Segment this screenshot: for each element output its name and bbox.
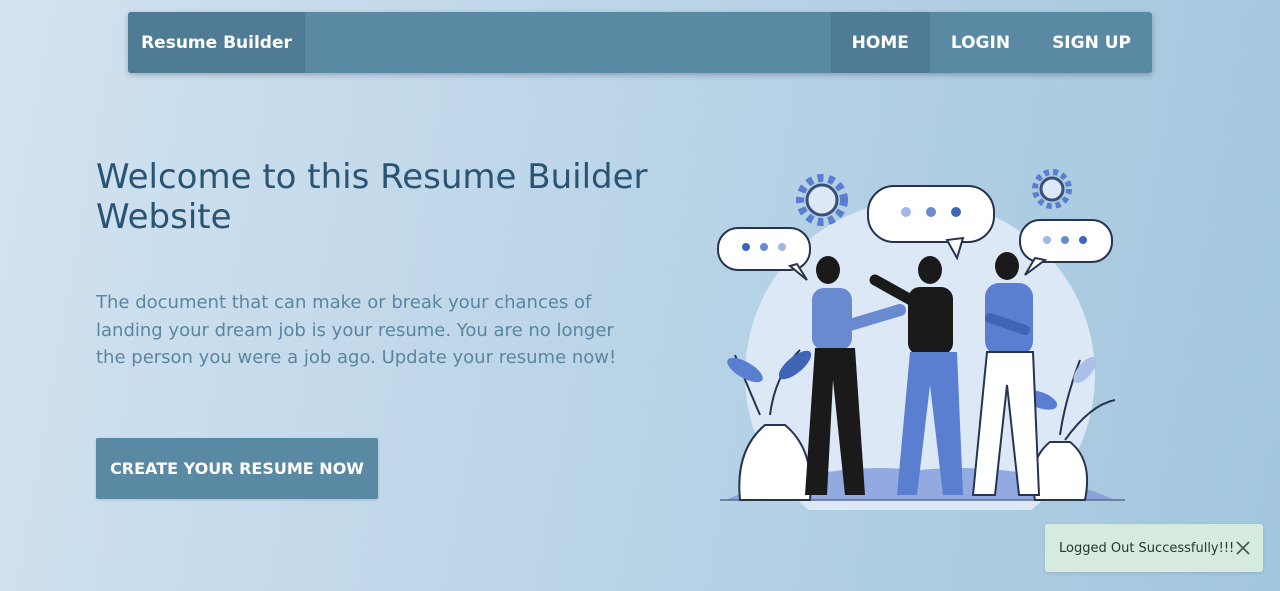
gear-icon — [796, 174, 848, 226]
nav-login-link[interactable]: LOGIN — [930, 12, 1031, 73]
navbar: Resume Builder HOME LOGIN SIGN UP — [128, 12, 1152, 73]
logout-toast: Logged Out Successfully!!! — [1045, 524, 1263, 572]
nav-home-link[interactable]: HOME — [830, 12, 930, 73]
close-icon[interactable] — [1234, 538, 1251, 558]
brand-logo[interactable]: Resume Builder — [128, 12, 305, 73]
hero-description: The document that can make or break your… — [96, 292, 617, 368]
nav-links: HOME LOGIN SIGN UP — [830, 12, 1152, 73]
gear-icon — [1032, 169, 1072, 209]
create-resume-button[interactable]: CREATE YOUR RESUME NOW — [96, 438, 378, 499]
speech-bubble-icon — [717, 227, 811, 281]
toast-message: Logged Out Successfully!!! — [1059, 540, 1235, 556]
hero-title: Welcome to this Resume Builder Website — [96, 157, 648, 237]
hero-illustration — [717, 169, 1125, 510]
nav-signup-link[interactable]: SIGN UP — [1031, 12, 1152, 73]
speech-bubble-icon — [1019, 219, 1113, 276]
